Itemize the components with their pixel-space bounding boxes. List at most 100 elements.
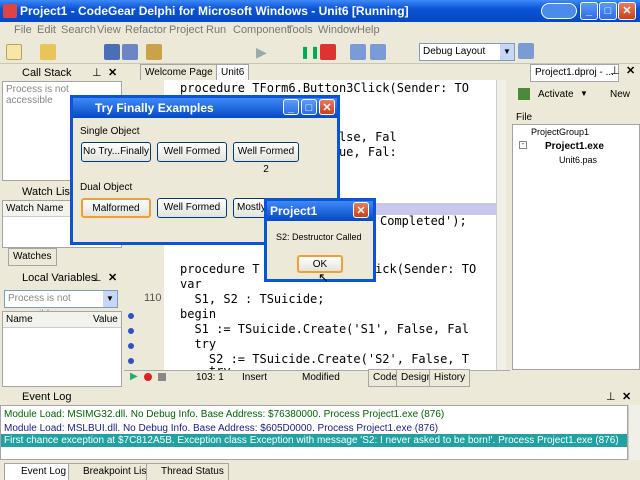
menu-edit[interactable]: Edit — [37, 24, 56, 36]
message-box-title-bar: Project1 ✕ — [267, 201, 373, 221]
running-indicator-icon — [541, 3, 577, 19]
local-vars-col-name[interactable]: Name — [6, 314, 33, 325]
code-line: begin — [180, 307, 217, 321]
try-dialog-title-bar: Try Finally Examples _ □ ✕ — [73, 98, 337, 118]
menu-refactor[interactable]: Refactor — [125, 24, 167, 36]
well-formed-dual-button[interactable]: Well Formed — [157, 198, 227, 218]
save-icon[interactable] — [104, 44, 120, 60]
breakpoint-dot-icon[interactable] — [128, 343, 134, 349]
well-formed-button[interactable]: Well Formed — [157, 142, 227, 162]
close-icon[interactable]: ✕ — [108, 270, 117, 286]
project-toolbar: Activate ▼ New — [510, 86, 640, 106]
process-combo[interactable]: Process is not accessible ▼ — [4, 290, 118, 320]
breakpoint-dot-icon[interactable] — [128, 313, 134, 319]
new-file-icon[interactable] — [6, 44, 22, 60]
layout-save-icon[interactable] — [518, 43, 534, 59]
tree-node-unit[interactable]: Unit6.pas — [559, 155, 597, 165]
code-line: try — [180, 337, 217, 351]
menu-bar: File Edit Search View Refactor Project R… — [0, 22, 640, 40]
breakpoint-dot-icon[interactable] — [128, 358, 134, 364]
close-icon[interactable]: ✕ — [626, 64, 635, 77]
group-dual-object: Dual Object — [80, 182, 133, 193]
chevron-down-icon[interactable]: ▼ — [500, 44, 514, 60]
layout-combo[interactable]: Debug Layout ▼ — [419, 43, 515, 61]
record-icon[interactable] — [144, 373, 152, 381]
new-button[interactable]: New — [610, 89, 630, 100]
try-dialog-title: Try Finally Examples — [95, 101, 214, 115]
menu-help[interactable]: Help — [357, 24, 380, 36]
event-log-title: Event Log — [22, 391, 72, 403]
app-icon — [3, 4, 17, 18]
open-folder-icon[interactable] — [40, 44, 56, 60]
menu-window[interactable]: Window — [318, 24, 357, 36]
trace-into-icon[interactable] — [370, 44, 386, 60]
menu-tools[interactable]: Tools — [287, 24, 313, 36]
project-manager-header: Project1.dproj - ... ⊥ ✕ — [510, 64, 640, 82]
tab-history[interactable]: History — [429, 369, 471, 387]
menu-file[interactable]: File — [14, 24, 32, 36]
local-vars-list[interactable]: Name Value — [2, 311, 122, 387]
event-log-scrollbar[interactable] — [628, 405, 640, 460]
minimize-button[interactable]: _ — [580, 2, 598, 20]
main-toolbar: ▶ ❚❚ Debug Layout ▼ ◀ ▶ — [0, 40, 640, 80]
project-file-label: File — [516, 112, 533, 123]
maximize-button[interactable]: □ — [301, 99, 317, 115]
chevron-down-icon[interactable]: ▼ — [580, 89, 588, 98]
menu-search[interactable]: Search — [61, 24, 96, 36]
event-log-line-selected[interactable]: First chance exception at $7C812A5B. Exc… — [1, 434, 627, 447]
message-text: S2: Destructor Called — [276, 232, 362, 242]
tab-thread-status[interactable]: Thread Status — [146, 463, 229, 480]
activate-button[interactable]: Activate — [538, 89, 574, 100]
minimize-button[interactable]: _ — [283, 99, 299, 115]
activate-icon[interactable] — [518, 88, 530, 100]
pin-icon[interactable]: ⊥ — [610, 64, 620, 77]
save-all-icon[interactable] — [122, 44, 138, 60]
stop-small-icon[interactable] — [158, 373, 166, 381]
editor-tab-strip: Welcome Page Unit6 — [124, 64, 504, 82]
menu-component[interactable]: Component — [233, 24, 290, 36]
close-button[interactable]: ✕ — [319, 99, 335, 115]
local-vars-col-value[interactable]: Value — [93, 314, 118, 325]
window-title: Project1 - CodeGear Delphi for Microsoft… — [20, 4, 409, 18]
malformed-button[interactable]: Malformed — [81, 198, 151, 218]
tree-node-project[interactable]: Project1.exe — [545, 141, 604, 152]
mouse-cursor-icon: ↖ — [318, 270, 329, 285]
line-number: 110 — [144, 292, 162, 304]
close-button[interactable]: ✕ — [353, 202, 369, 218]
project-tab[interactable]: Project1.dproj - ... — [530, 64, 619, 82]
menu-project[interactable]: Project — [169, 24, 203, 36]
menu-view[interactable]: View — [97, 24, 121, 36]
step-over-icon[interactable] — [350, 44, 366, 60]
project-tree[interactable]: ProjectGroup1 Project1.exe Unit6.pas - — [512, 124, 640, 370]
close-icon[interactable]: ✕ — [622, 389, 631, 405]
close-button[interactable]: ✕ — [618, 2, 636, 20]
cursor-position: 103: 1 — [196, 372, 224, 383]
expand-icon[interactable]: - — [519, 141, 527, 149]
event-log-line[interactable]: Module Load: MSIMG32.dll. No Debug Info.… — [1, 408, 444, 421]
event-log-list[interactable]: Module Load: MSIMG32.dll. No Debug Info.… — [0, 405, 628, 460]
watch-list-title: Watch List — [22, 186, 73, 198]
breakpoint-dot-icon[interactable] — [128, 328, 134, 334]
pin-icon[interactable]: ⊥ — [92, 65, 102, 81]
chevron-down-icon[interactable]: ▼ — [103, 291, 117, 307]
watches-tab[interactable]: Watches — [8, 248, 57, 266]
bottom-tab-strip: Event Log Breakpoint List Thread Status — [0, 462, 640, 480]
pin-icon[interactable]: ⊥ — [92, 270, 102, 286]
pin-icon[interactable]: ⊥ — [606, 389, 616, 405]
tree-node-projectgroup[interactable]: ProjectGroup1 — [531, 127, 589, 137]
insert-mode: Insert — [242, 372, 268, 383]
no-try-finally-button[interactable]: No Try...Finally — [81, 142, 151, 162]
run-icon[interactable]: ▶ — [256, 44, 272, 60]
open-project-icon[interactable] — [146, 44, 162, 60]
maximize-button[interactable]: □ — [599, 2, 617, 20]
tab-breakpoint-list[interactable]: Breakpoint List — [68, 463, 155, 480]
run-small-icon[interactable]: ▶ — [130, 371, 138, 382]
well-formed-2-button[interactable]: Well Formed 2 — [233, 142, 299, 175]
editor-scrollbar[interactable] — [496, 80, 506, 370]
tab-event-log[interactable]: Event Log — [4, 463, 72, 480]
code-line: Completed'); — [380, 214, 467, 228]
menu-run[interactable]: Run — [206, 24, 226, 36]
stop-icon[interactable] — [320, 44, 336, 60]
pause-icon[interactable]: ❚❚ — [300, 44, 320, 60]
close-icon[interactable]: ✕ — [108, 65, 117, 81]
